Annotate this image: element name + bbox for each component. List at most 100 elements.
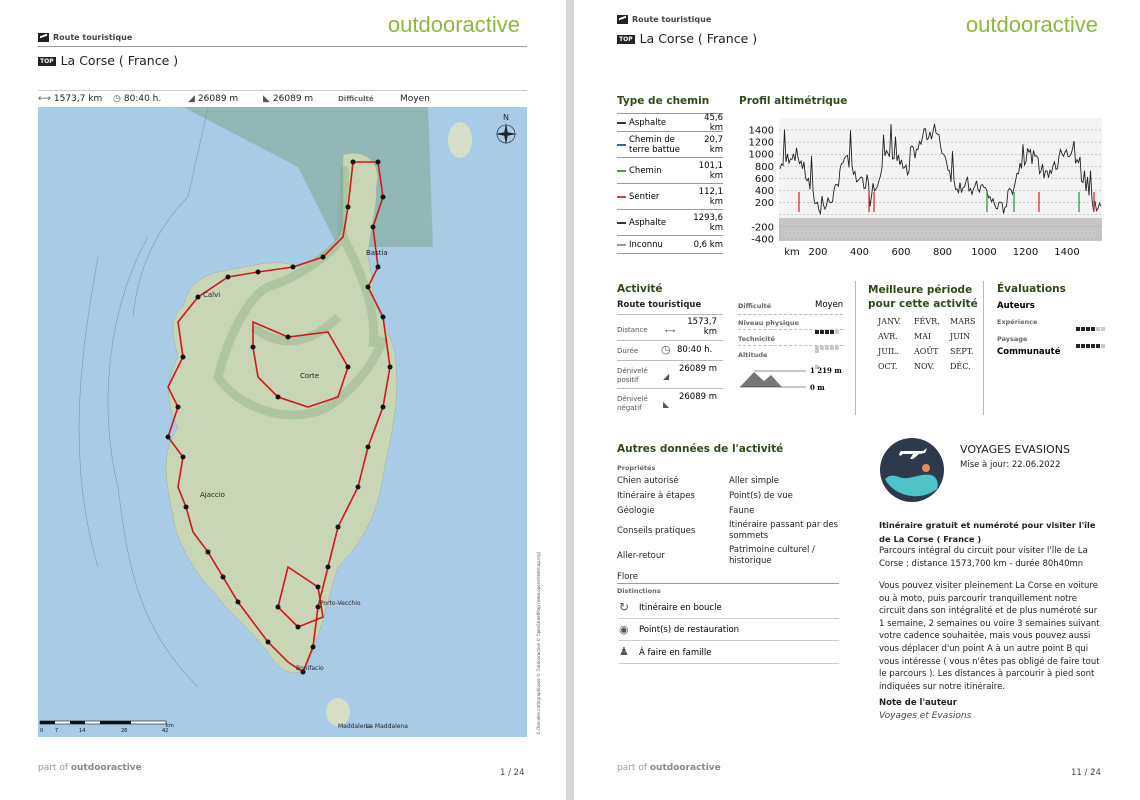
section-heading-evaluations: Évaluations [997,283,1066,295]
month-cell: AOÛT [914,347,939,356]
family-icon: ♟ [619,645,629,658]
type-chemin-row: Inconnu 0,6 km [617,235,723,253]
place-bonifacio: Bonifacio [296,665,324,672]
type-chemin-value: 101,1 km [698,160,723,181]
category-label: Route touristique [38,33,132,42]
legend-swatch [617,221,626,224]
top-badge: TOP [38,57,56,66]
type-chemin-value: 112,1 km [698,186,723,207]
legend-swatch [617,169,626,172]
legend-swatch [617,195,626,198]
difficulty-value: Moyen [815,300,844,310]
svg-text:7: 7 [55,728,58,734]
summary-text: Parcours intégral du circuit pour visite… [879,546,1088,569]
y-tick-label: -200 [751,222,774,233]
property-item: Aller simple [729,476,780,486]
activity-type: Route touristique [617,300,702,310]
page-title: TOP La Corse ( France ) [38,53,179,68]
descent-value: 26089 m [678,392,717,402]
month-cell: JUIN [950,332,971,341]
property-item: Point(s) de vue [729,491,793,501]
legend-swatch [617,143,626,146]
svg-text:N: N [503,113,509,122]
y-tick-label: 400 [755,186,774,197]
level-box [825,330,829,334]
authors-label: Auteurs [997,301,1035,311]
altitude-icon [740,370,806,388]
page-title: TOP La Corse ( France ) [617,31,758,46]
place-corte: Corte [300,372,319,380]
y-tick-label: 200 [755,198,774,209]
divider [38,46,527,47]
properties-label: Propriétés [617,464,656,472]
descent-icon: ◣ [263,94,270,104]
property-item: Patrimoine culturel / historique [729,545,815,566]
altitude-label: Altitude [738,351,768,359]
route-icon [38,33,49,42]
footer: part of outdooractive [617,763,721,773]
community-label: Communauté [997,347,1061,357]
distinctions-label: Distinctions [617,587,661,595]
ascent-value: 26089 m [678,364,717,374]
section-heading-profil: Profil altimétrique [739,95,848,107]
distinction-item: À faire en famille [639,648,712,658]
level-box [820,346,824,350]
type-chemin-label: Sentier [629,191,660,202]
stats-bar: ⟷ 1573,7 km ◷ 80:40 h. ◢ 26089 m ◣ 26089 m D… [38,91,526,107]
experience-label: Expérience [997,318,1038,326]
place-porto-vecchio: Porto-Vecchio [320,600,361,607]
month-cell: SEPT. [950,347,974,356]
distance-icon: ⟷ [38,94,51,104]
section-heading-periode: Meilleure période pour cette activité [868,284,978,310]
descent-label: Dénivelé négatif [617,395,648,412]
route-icon [617,15,628,24]
level-box [1076,344,1080,348]
place-ajaccio: Ajaccio [200,491,225,499]
type-chemin-row: Sentier 112,1 km [617,183,723,209]
distance-value: 1573,7 km [687,317,717,337]
type-chemin-label: Inconnu [629,239,663,250]
month-cell: NOV. [914,362,935,371]
island [448,122,472,158]
route-map[interactable]: N Calvi Bastia Corte Ajaccio Porto-Vecch… [38,107,527,737]
level-box [820,330,824,334]
x-tick-label: 1400 [1054,247,1079,258]
restaurant-icon: ◉ [619,623,629,636]
level-box [815,346,819,350]
y-tick-label: 800 [755,162,774,173]
summary-heading: Itinéraire gratuit et numéroté pour visi… [879,520,1096,544]
stat-distance: ⟷ 1573,7 km [38,94,103,104]
author-name: VOYAGES EVASIONS [960,443,1070,456]
y-tick-label: 1400 [749,126,774,137]
alt-max: 1 219 m [810,366,842,375]
month-cell: JANV. [878,317,901,326]
section-heading-type-chemin: Type de chemin [617,95,710,107]
type-chemin-label: Asphalte [629,217,667,228]
clock-icon: ◷ [113,94,121,104]
brand-logo: outdooractive [387,12,520,37]
activity-stats: Distance ⟷ 1573,7 km Durée ◷ 80:40 h. Dé… [617,314,723,414]
month-cell: AVR. [878,332,898,341]
footer: part of outdooractive [38,763,142,773]
ascent-icon: ◢ [663,372,670,381]
level-box [1091,344,1095,348]
type-chemin-label: Chemin de terre battue [629,134,681,155]
distance-icon: ⟷ [665,327,676,335]
x-tick-label: 200 [808,247,827,258]
duration-label: Durée [617,347,639,355]
month-cell: DÉC. [950,362,971,371]
place-la-maddalena: La Maddalena [366,723,408,730]
divider [617,253,723,254]
y-tick-label: 1200 [749,138,774,149]
difficulty-value: Moyen [400,94,430,104]
stat-descent: ◣ 26089 m [263,94,314,104]
legend-swatch [617,121,626,124]
author-note-label: Note de l'auteur [879,698,957,708]
section-heading-activite: Activité [617,283,663,295]
property-item: Flore [617,572,638,582]
map-canvas: N Calvi Bastia Corte Ajaccio Porto-Vecch… [38,107,527,737]
brand-logo: outdooractive [965,12,1098,37]
legend-swatch [617,243,626,246]
level-box [1086,344,1090,348]
level-box [815,330,819,334]
